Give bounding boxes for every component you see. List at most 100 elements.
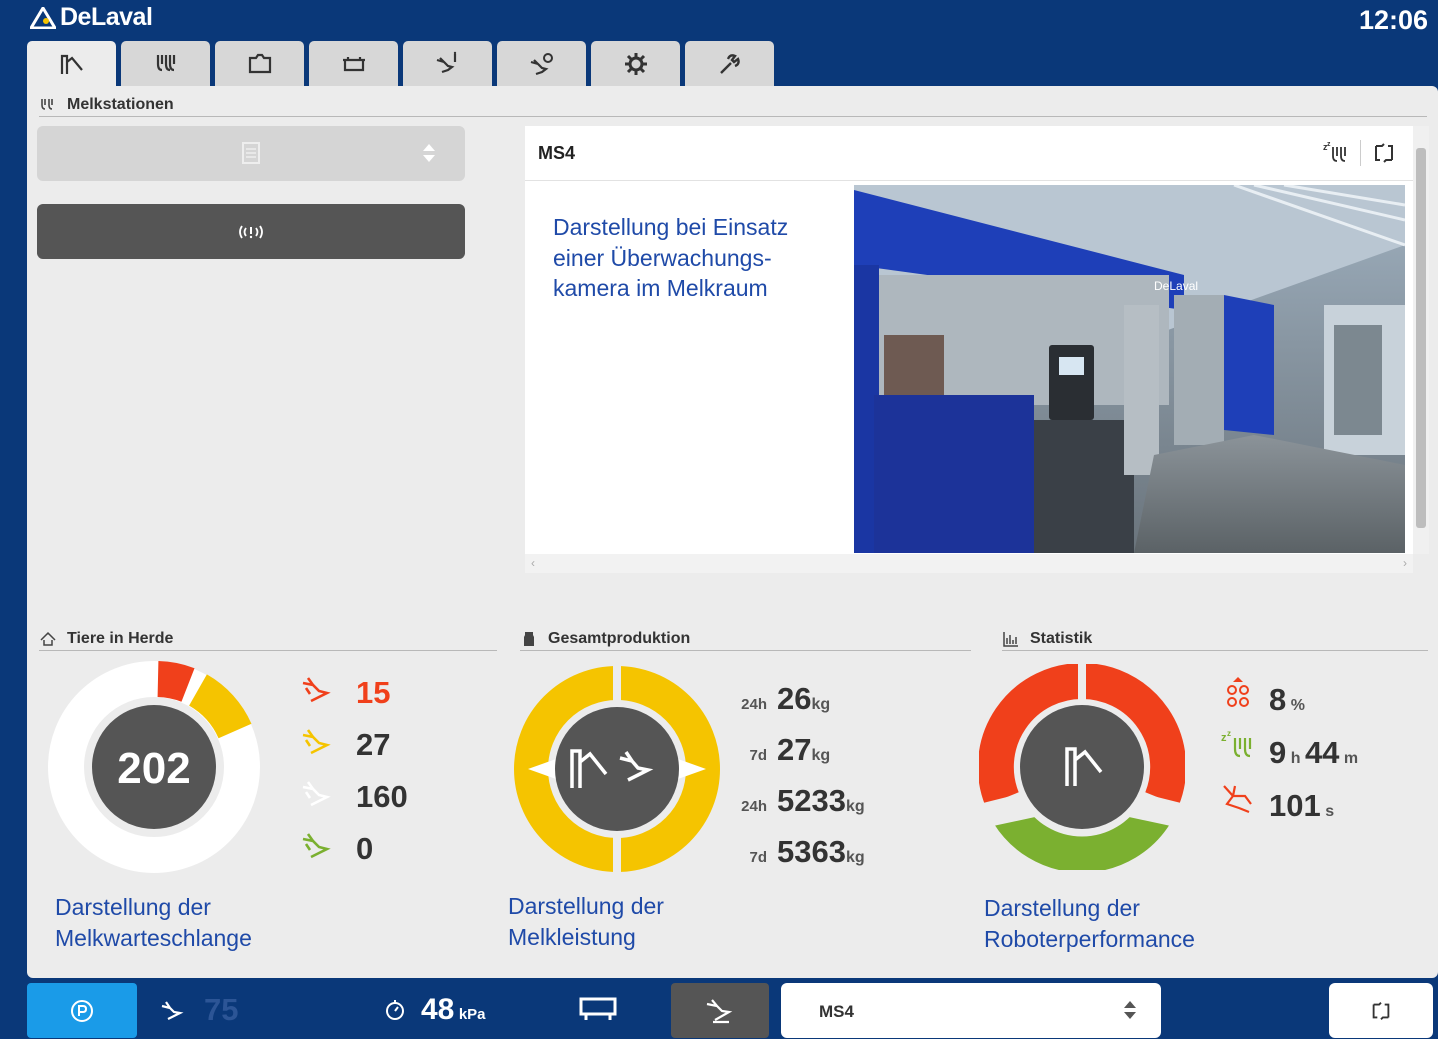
stat-row-attach: 101 s <box>1221 782 1334 824</box>
group-select[interactable] <box>37 126 465 181</box>
sync-icon <box>1372 1001 1390 1020</box>
herd-item-green[interactable]: 0 <box>300 827 373 867</box>
brand-name: DeLaval <box>60 3 153 31</box>
statistik-caption-line1: Darstellung der <box>984 895 1140 921</box>
main-panel: Melkstationen MS4 zz Darstellung bei Ein… <box>27 86 1438 978</box>
alarm-signal-icon <box>239 225 263 238</box>
unit-label: kg <box>845 849 865 866</box>
statistik-caption: Darstellung der Roboterperformance <box>984 893 1195 954</box>
herd-donut: 202 <box>48 661 260 873</box>
attach-time-icon <box>1223 785 1252 814</box>
herd-count-green: 0 <box>356 831 374 866</box>
herd-count-red: 15 <box>356 675 391 710</box>
sleep-station-icon[interactable]: zz <box>1322 140 1350 166</box>
herd-caption-line2: Melkwarteschlange <box>55 924 252 951</box>
cow-search-icon <box>530 52 553 75</box>
scrollbar-thumb[interactable] <box>1416 148 1426 528</box>
teat-failure-icon <box>1227 677 1249 707</box>
stat-row-idle: zz 9 h 44 m <box>1221 729 1358 771</box>
svg-text:z: z <box>1327 141 1331 148</box>
station-select[interactable]: MS4 <box>781 983 1161 1038</box>
vacuum-gauge-icon <box>386 1000 404 1020</box>
unit-label: % <box>1290 697 1305 714</box>
herd-caption-line1: Darstellung der <box>55 894 211 920</box>
top-bar: DeLaval 12:06 <box>0 0 1438 40</box>
herd-ring-yellow <box>188 674 252 739</box>
updown-arrows-icon <box>423 144 435 162</box>
production-row-2: 7d 27 kg <box>733 732 830 768</box>
unit-label: kg <box>811 747 831 764</box>
unit-label: kg <box>845 798 865 815</box>
park-button[interactable] <box>27 983 137 1038</box>
vertical-scrollbar[interactable] <box>1413 126 1429 554</box>
cow-info-icon <box>436 51 456 73</box>
svg-text:z: z <box>1227 729 1231 738</box>
production-title: Gesamtproduktion <box>548 630 691 647</box>
service-wrench-icon <box>719 53 740 74</box>
milking-station-icon <box>156 54 175 71</box>
cow-milking-icon <box>706 998 733 1023</box>
sync-button[interactable] <box>1329 983 1433 1038</box>
production-caption-line2: Melkleistung <box>508 923 636 950</box>
tab-settings[interactable] <box>591 41 680 86</box>
idle-time-icon: zz <box>1221 729 1252 758</box>
cow-waiting-icon <box>302 677 331 703</box>
unit-label: m <box>1343 750 1359 767</box>
herd-item-red[interactable]: 15 <box>300 671 390 711</box>
feed-trough-status[interactable] <box>576 994 620 1024</box>
milking-station-icon <box>41 99 53 110</box>
tab-feeding[interactable] <box>215 41 304 86</box>
production-header: Gesamtproduktion <box>520 630 971 651</box>
milking-robot-icon <box>60 54 83 74</box>
idle-minutes: 44 <box>1304 735 1340 770</box>
feed-trough-icon <box>248 53 271 73</box>
feed-trough-icon <box>579 997 617 1020</box>
period-label: 24h <box>741 696 767 713</box>
herd-item-yellow[interactable]: 27 <box>300 723 390 763</box>
alarm-button[interactable] <box>37 204 465 259</box>
station-select-value: MS4 <box>819 1002 854 1021</box>
production-donut <box>514 666 720 872</box>
statistik-title: Statistik <box>1030 630 1093 647</box>
failure-value: 8 <box>1269 682 1287 717</box>
document-icon <box>242 142 260 164</box>
herd-ring-red <box>156 661 195 703</box>
bar-chart-icon <box>1003 632 1018 647</box>
herd-total: 202 <box>117 744 190 793</box>
cows-waiting-indicator: 75 <box>160 992 238 1028</box>
attach-value: 101 <box>1269 788 1321 823</box>
sync-icon[interactable] <box>1371 140 1397 166</box>
tab-cow-search[interactable] <box>497 41 586 86</box>
milk-can-icon <box>524 632 534 646</box>
footer-bar: 75 48 kPa MS4 <box>0 980 1438 1039</box>
tab-cleaning[interactable] <box>309 41 398 86</box>
settings-gear-icon <box>624 52 647 75</box>
tab-service[interactable] <box>685 41 774 86</box>
herd-house-icon <box>40 631 56 646</box>
vacuum-indicator: 48 kPa <box>383 993 486 1027</box>
production-value: 26 <box>777 681 812 716</box>
tab-robot-overview[interactable] <box>27 41 116 86</box>
tab-cow-info[interactable] <box>403 41 492 86</box>
delaval-logo: DeLaval <box>30 3 153 32</box>
production-caption-line1: Darstellung der <box>508 893 664 919</box>
tab-milking-stations[interactable] <box>121 41 210 86</box>
unit-label: h <box>1290 750 1301 767</box>
horizontal-scrollbar[interactable]: ‹ › <box>525 554 1413 573</box>
herd-count-yellow: 27 <box>356 727 391 762</box>
cow-ok-icon <box>302 833 331 859</box>
station-card-title: MS4 <box>538 143 576 163</box>
park-icon <box>71 999 93 1022</box>
production-row-4: 7d 5363 kg <box>733 834 865 870</box>
updown-arrows-icon <box>1124 1001 1136 1019</box>
herd-item-white[interactable]: 160 <box>300 775 408 815</box>
cow-icon <box>161 1001 184 1020</box>
station-card: MS4 zz Darstellung bei Einsatz einer Übe… <box>525 126 1413 573</box>
milking-mode-button[interactable] <box>671 983 769 1038</box>
main-tabs <box>27 41 774 86</box>
idle-hours: 9 <box>1269 735 1287 770</box>
production-value: 5233 <box>777 783 846 818</box>
production-row-3: 24h 5233 kg <box>733 783 865 819</box>
statistik-header: Statistik <box>1002 630 1428 651</box>
cow-due-icon <box>302 729 331 755</box>
